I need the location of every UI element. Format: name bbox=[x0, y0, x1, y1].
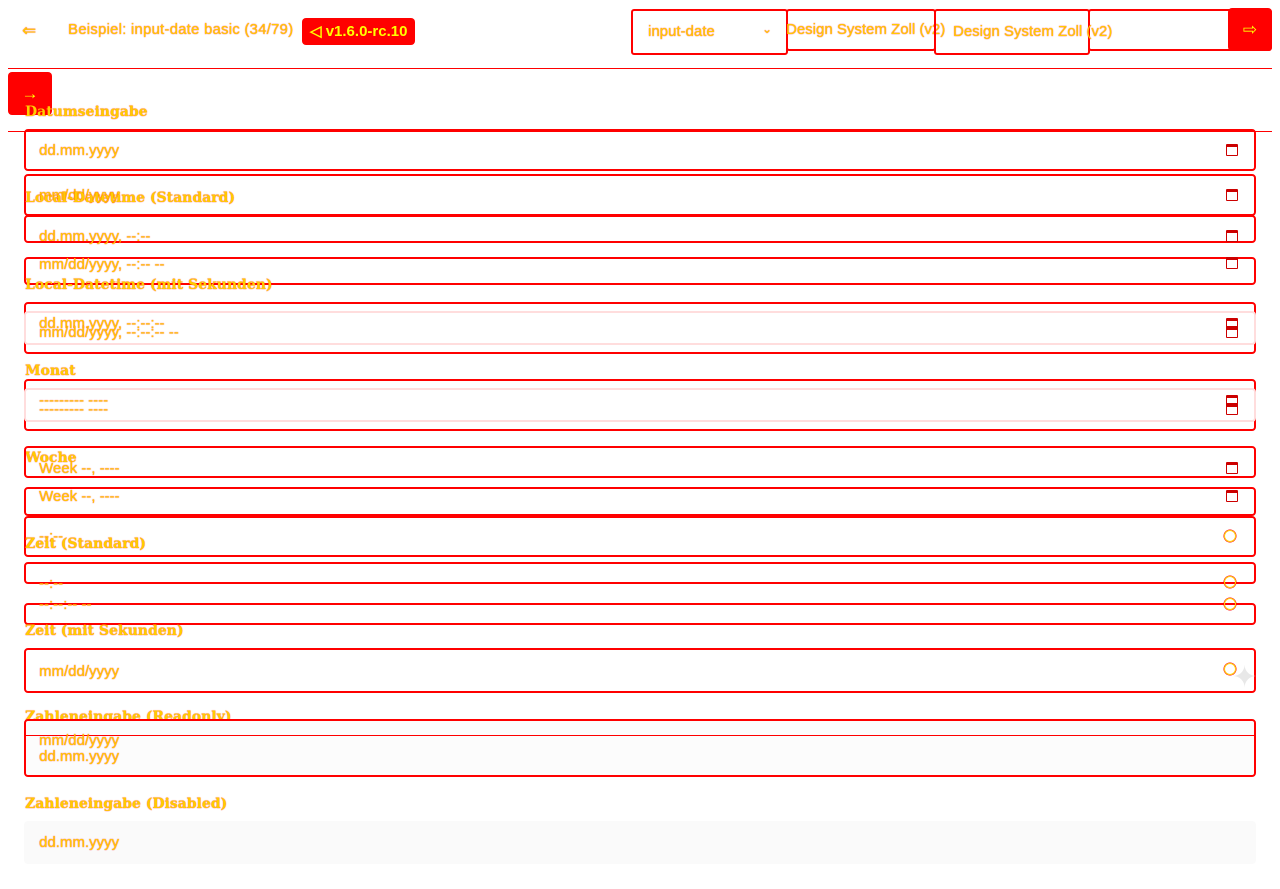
date-label: Datumseingabe bbox=[25, 104, 148, 120]
month-label: Monat bbox=[25, 363, 76, 379]
time-seconds-input[interactable] bbox=[24, 648, 1256, 693]
time-placeholder-2: --:-- bbox=[39, 575, 64, 592]
week-input-2[interactable] bbox=[24, 487, 1256, 516]
month-input-inner[interactable] bbox=[24, 388, 1256, 422]
calendar-icon[interactable] bbox=[1226, 230, 1238, 242]
calendar-icon[interactable] bbox=[1226, 257, 1238, 269]
date-placeholder: dd.mm.yyyy bbox=[39, 142, 120, 159]
time-label: Zeit (Standard) bbox=[25, 536, 146, 552]
theme-select-2-value: Design System Zoll (v2) bbox=[953, 23, 1113, 40]
readonly-divider bbox=[26, 735, 1254, 736]
calendar-icon[interactable] bbox=[1226, 403, 1238, 415]
week-placeholder-2: Week --, ---- bbox=[39, 488, 120, 505]
theme-select-1-value: Design System Zoll (v2) bbox=[786, 21, 946, 38]
datetime-seconds-input-inner[interactable] bbox=[24, 311, 1256, 345]
calendar-icon[interactable] bbox=[1226, 462, 1238, 474]
readonly-input[interactable] bbox=[24, 719, 1256, 777]
calendar-icon[interactable] bbox=[1226, 326, 1238, 338]
time-input-2[interactable] bbox=[24, 562, 1256, 584]
month-placeholder-2: --------- ---- bbox=[39, 401, 109, 418]
clock-icon[interactable] bbox=[1224, 530, 1236, 542]
sparkle-icon: ✦ bbox=[1232, 661, 1258, 694]
datetime-placeholder-2: dd.mm.yyyy, --:-- bbox=[39, 228, 151, 245]
header-divider bbox=[8, 68, 1272, 69]
time-seconds-label: Zeit (mit Sekunden) bbox=[25, 623, 184, 639]
week-placeholder-1: Week --, ---- bbox=[39, 460, 120, 477]
time-seconds-placeholder: mm/dd/yyyy bbox=[39, 663, 120, 680]
arrow-right-icon: → bbox=[21, 83, 39, 103]
date-input[interactable] bbox=[24, 129, 1256, 171]
time-input-1[interactable] bbox=[24, 516, 1256, 557]
back-arrow-icon[interactable]: ⇐ bbox=[22, 21, 36, 41]
component-select-value: input-date bbox=[648, 23, 715, 40]
datetime-label: Local-Datetime (Standard) bbox=[25, 190, 235, 206]
disabled-placeholder: dd.mm.yyyy bbox=[39, 834, 120, 851]
disabled-input bbox=[24, 821, 1256, 864]
clock-icon[interactable] bbox=[1224, 598, 1236, 610]
week-input-1[interactable] bbox=[24, 446, 1256, 478]
readonly-placeholder-1: mm/dd/yyyy bbox=[39, 732, 120, 749]
calendar-icon[interactable] bbox=[1226, 189, 1238, 201]
time-input-3[interactable] bbox=[24, 603, 1256, 625]
calendar-icon[interactable] bbox=[1226, 490, 1238, 502]
readonly-placeholder-2: dd.mm.yyyy bbox=[39, 748, 120, 765]
go-button[interactable]: ⇨ bbox=[1228, 8, 1272, 51]
datetime-seconds-label: Local-Datetime (mit Sekunden) bbox=[25, 277, 273, 293]
datetime-seconds-placeholder-2: mm/dd/yyyy, --:--:-- -- bbox=[39, 324, 179, 341]
datetime-placeholder-3: mm/dd/yyyy, --:-- -- bbox=[39, 256, 165, 273]
time-placeholder-3: --:--:-- -- bbox=[39, 596, 92, 613]
arrow-right-icon: ⇨ bbox=[1242, 19, 1258, 39]
breadcrumb: Beispiel: input-date basic (34/79) bbox=[68, 21, 294, 38]
clock-icon[interactable] bbox=[1224, 576, 1236, 588]
version-badge[interactable]: ◁ v1.6.0-rc.10 bbox=[302, 18, 416, 45]
datetime-input-2[interactable] bbox=[24, 215, 1256, 243]
chevron-down-icon: ⌄ bbox=[762, 22, 773, 36]
calendar-icon[interactable] bbox=[1226, 144, 1238, 156]
disabled-label: Zahleneingabe (Disabled) bbox=[25, 796, 228, 812]
